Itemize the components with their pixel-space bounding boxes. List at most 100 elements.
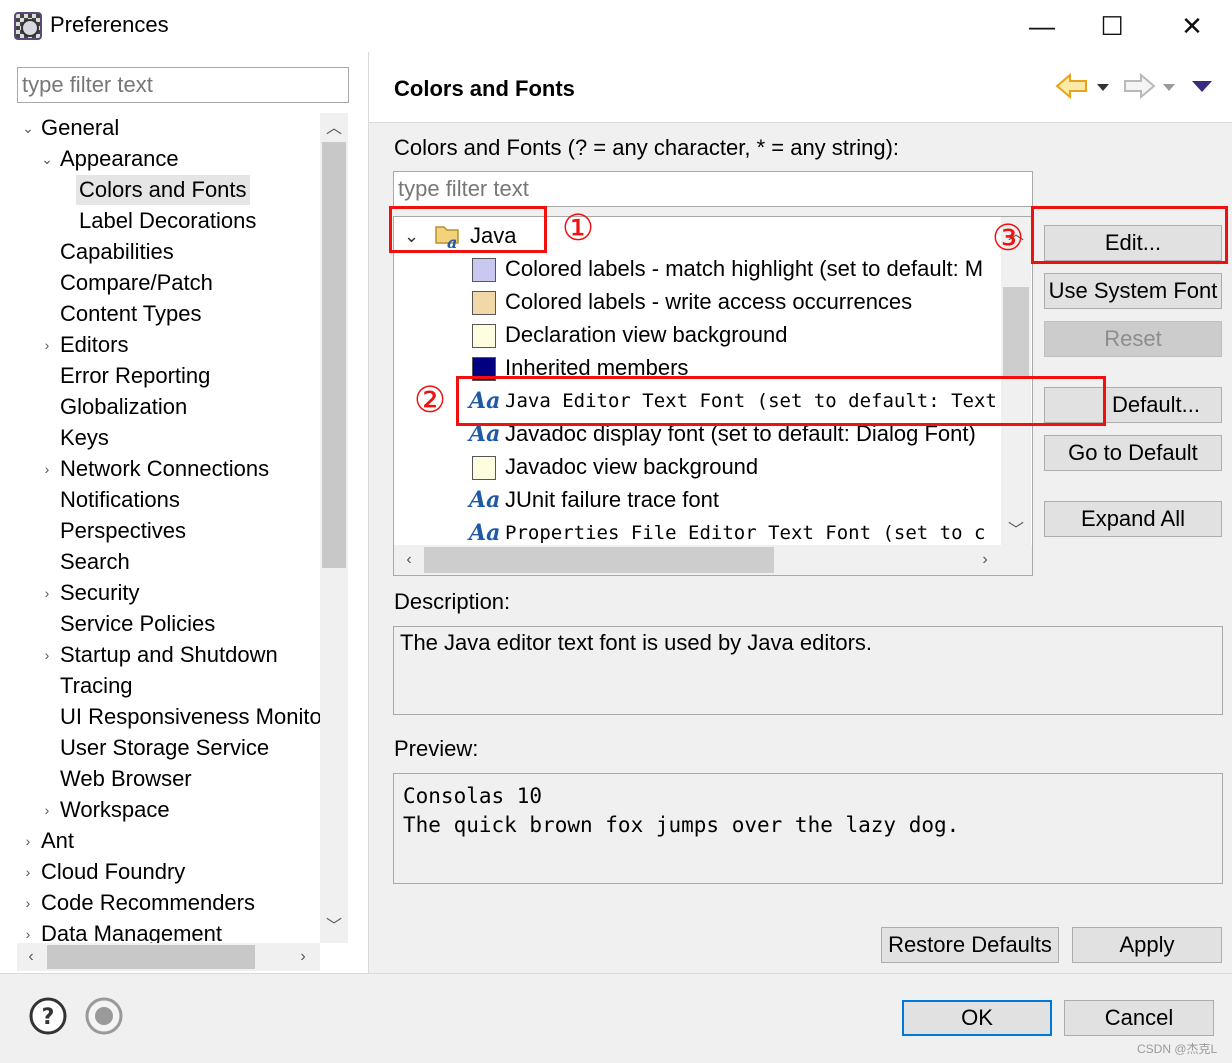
colors-fonts-item[interactable]: JUnit failure trace font [505,485,719,515]
back-history-dropdown-icon[interactable] [1096,80,1110,92]
tree-item[interactable]: UI Responsiveness Monito [60,702,320,732]
tree-item[interactable]: Web Browser [60,764,192,794]
annotation-box-java [389,206,547,253]
preview-sample-text: The quick brown fox jumps over the lazy … [403,813,960,837]
chevron-right-icon[interactable]: › [40,640,54,670]
scroll-right-icon[interactable]: › [292,946,314,968]
chevron-down-icon[interactable]: ⌄ [21,113,35,143]
scroll-up-icon[interactable]: ︿ [323,118,345,140]
tree-horizontal-scroll-thumb[interactable] [47,945,255,969]
window-title: Preferences [50,12,169,37]
apply-button[interactable]: Apply [1072,927,1222,963]
chevron-right-icon[interactable]: › [40,454,54,484]
colors-fonts-item[interactable]: Javadoc view background [505,452,758,482]
tree-item[interactable]: Perspectives [60,516,186,546]
preview-font-name: Consolas 10 [403,784,543,808]
colors-fonts-item[interactable]: Properties File Editor Text Font (set to… [505,518,985,548]
annotation-number-two: ② [413,379,447,420]
svg-text:?: ? [42,1005,55,1030]
chevron-right-icon[interactable]: › [21,857,35,887]
eclipse-app-icon [14,12,42,40]
tree-item[interactable]: Data Management [41,919,222,943]
colors-fonts-item[interactable]: Colored labels - match highlight (set to… [505,254,983,284]
chevron-right-icon[interactable]: › [21,888,35,918]
use-system-font-button[interactable]: Use System Font [1044,273,1222,309]
back-arrow-icon[interactable] [1055,72,1089,100]
forward-arrow-icon[interactable] [1122,72,1156,100]
annotation-box-java-font [456,376,1106,426]
colors-fonts-vertical-scroll-thumb[interactable] [1003,287,1029,377]
annotation-number-three: ③ [991,217,1025,258]
color-swatch-icon [472,324,496,348]
tree-item[interactable]: Compare/Patch [60,268,213,298]
color-swatch-icon [472,291,496,315]
annotation-box-edit [1031,206,1228,264]
chevron-right-icon[interactable]: › [40,330,54,360]
tree-filter-input[interactable]: type filter text [17,67,349,103]
tree-item[interactable]: Error Reporting [60,361,210,391]
preference-tree: ⌄ General ⌄ Appearance Colors and Fonts Label… [17,113,320,943]
tree-item[interactable]: Search [60,547,130,577]
ok-button[interactable]: OK [902,1000,1052,1036]
expand-all-button[interactable]: Expand All [1044,501,1222,537]
tree-item[interactable]: Cloud Foundry [41,857,185,887]
help-icon[interactable]: ? [28,996,68,1036]
tree-item[interactable]: Ant [41,826,74,856]
annotation-number-one: ① [561,207,595,248]
scroll-left-icon[interactable]: ‹ [398,549,420,571]
page-title: Colors and Fonts [394,76,575,101]
description-label: Description: [394,589,511,614]
scroll-down-icon[interactable]: ﹀ [1005,520,1027,542]
colors-fonts-filter-input[interactable]: type filter text [393,171,1033,207]
tree-item[interactable]: Colors and Fonts [76,175,250,205]
chevron-right-icon[interactable]: › [40,578,54,608]
forward-history-dropdown-icon[interactable] [1162,80,1176,92]
tree-item[interactable]: Tracing [60,671,133,701]
color-swatch-icon [472,456,496,480]
chevron-right-icon[interactable]: › [21,826,35,856]
preview-box: Consolas 10 The quick brown fox jumps ove… [393,773,1223,884]
font-icon: Aa [469,520,501,546]
reset-button[interactable]: Reset [1044,321,1222,357]
scroll-left-icon[interactable]: ‹ [20,946,42,968]
preview-label: Preview: [394,736,479,761]
cancel-button[interactable]: Cancel [1064,1000,1214,1036]
tree-item[interactable]: Security [60,578,139,608]
colors-fonts-item[interactable]: Declaration view background [505,320,788,350]
tree-item[interactable]: Code Recommenders [41,888,255,918]
view-menu-icon[interactable] [1190,78,1214,94]
tree-item[interactable]: Globalization [60,392,187,422]
chevron-right-icon[interactable]: › [21,919,35,943]
maximize-button[interactable]: ☐ [1082,6,1142,46]
minimize-button[interactable]: — [1012,6,1072,46]
scroll-down-icon[interactable]: ﹀ [323,916,345,938]
tree-vertical-scroll-thumb[interactable] [322,142,346,568]
record-macro-icon[interactable] [84,996,124,1036]
tree-item[interactable]: Capabilities [60,237,174,267]
font-icon: Aa [469,487,501,513]
chevron-down-icon[interactable]: ⌄ [40,144,54,174]
tree-item[interactable]: User Storage Service [60,733,269,763]
tree-item[interactable]: Editors [60,330,128,360]
restore-defaults-button[interactable]: Restore Defaults [881,927,1059,963]
colors-fonts-horizontal-scroll-thumb[interactable] [424,547,774,573]
chevron-right-icon[interactable]: › [40,795,54,825]
tree-item[interactable]: Content Types [60,299,201,329]
go-to-default-button[interactable]: Go to Default [1044,435,1222,471]
tree-item[interactable]: Service Policies [60,609,215,639]
colors-fonts-filter-label: Colors and Fonts (? = any character, * =… [394,135,900,160]
watermark: CSDN @杰克L [1137,1042,1218,1056]
tree-item[interactable]: Label Decorations [79,206,256,236]
tree-item[interactable]: Appearance [60,144,179,174]
tree-item[interactable]: General [41,113,119,143]
color-swatch-icon [472,258,496,282]
tree-item[interactable]: Startup and Shutdown [60,640,278,670]
tree-item[interactable]: Keys [60,423,109,453]
tree-item[interactable]: Workspace [60,795,170,825]
tree-item[interactable]: Network Connections [60,454,269,484]
tree-item[interactable]: Notifications [60,485,180,515]
footer-separator [0,973,1232,974]
colors-fonts-item[interactable]: Colored labels - write access occurrence… [505,287,912,317]
scroll-right-icon[interactable]: › [974,549,996,571]
close-button[interactable]: ✕ [1162,6,1222,46]
